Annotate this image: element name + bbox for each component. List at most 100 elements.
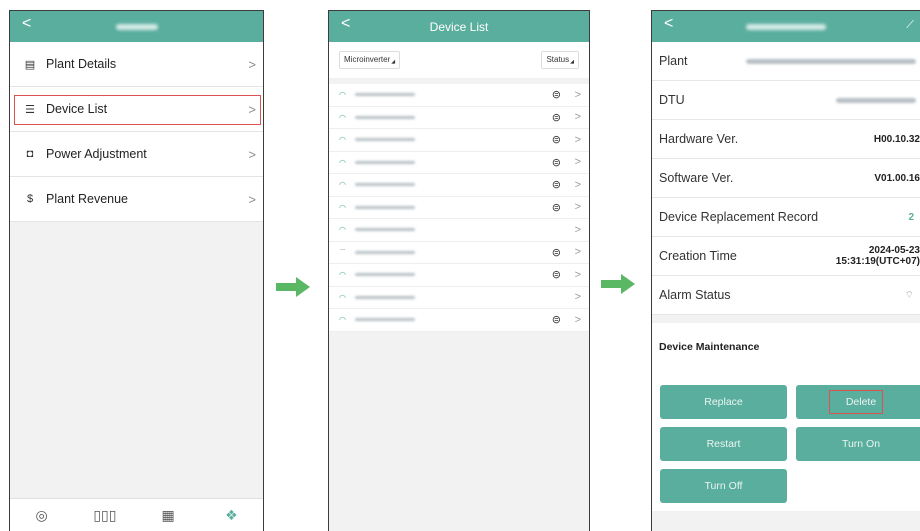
arrow-right-icon xyxy=(601,274,635,294)
menu-item-label: Plant Revenue xyxy=(46,192,129,206)
device-list: ◠ ⊜ > ◠ ⊜ > ◠ ⊜ > ◠ ⊜ > ◠ ⊜ > ◠ ⊜ > ◠ > ⌔ ⊜ > ◠ ⊜ > ◠ > ◠ ⊜ > xyxy=(329,84,589,332)
delete-button[interactable]: Delete xyxy=(796,385,920,419)
power-adjust-icon: ◘ xyxy=(26,148,34,160)
no-signal-icon: ⌔ xyxy=(904,289,914,301)
wifi-icon: ◠ xyxy=(339,180,346,190)
device-row[interactable]: ◠ ⊜ > xyxy=(329,152,589,174)
device-row[interactable]: ◠ ⊜ > xyxy=(329,197,589,219)
chevron-right-icon: > xyxy=(574,268,581,281)
plant-name-blurred xyxy=(115,23,158,30)
back-icon[interactable]: < xyxy=(341,15,350,33)
wifi-icon: ◠ xyxy=(339,292,346,302)
device-row[interactable]: ◠ > xyxy=(329,219,589,242)
sync-icon: ⊜ xyxy=(551,269,561,282)
document-icon: ▤ xyxy=(24,58,36,71)
wifi-icon: ◠ xyxy=(339,135,346,145)
maintenance-title: Device Maintenance xyxy=(652,323,920,371)
chevron-right-icon: > xyxy=(248,146,256,162)
sync-icon: ⊜ xyxy=(551,134,561,147)
device-row[interactable]: ◠ ⊜ > xyxy=(329,309,589,332)
device-row[interactable]: ◠ ⊜ > xyxy=(329,264,589,287)
sync-icon: ⊜ xyxy=(551,156,561,169)
menu-item-plant-revenue[interactable]: $ Plant Revenue > xyxy=(10,177,263,222)
blurred-value xyxy=(746,56,916,67)
info-label: DTU xyxy=(659,93,685,107)
info-row-hardware-ver: Hardware Ver. H00.10.32 xyxy=(652,120,920,159)
info-label: Alarm Status xyxy=(659,288,731,302)
sync-icon: ⊜ xyxy=(551,89,561,102)
info-value: 2024-05-23 15:31:19(UTC+07) xyxy=(835,245,920,267)
info-label: Plant xyxy=(659,54,688,68)
info-row-plant: Plant xyxy=(652,42,920,81)
chevron-right-icon: > xyxy=(574,291,581,304)
screen-plant-menu: < ▤ Plant Details > ☰ Device List > ◘ Power Adj… xyxy=(9,10,264,531)
maintenance-panel: Replace Delete Restart Turn On Turn Off xyxy=(652,371,920,511)
info-value: V01.00.16 xyxy=(874,172,920,184)
info-label: Hardware Ver. xyxy=(659,132,739,146)
info-row-dtu: DTU xyxy=(652,81,920,120)
sync-icon: ⊜ xyxy=(551,111,561,124)
serial-number-blurred xyxy=(355,160,415,164)
chevron-right-icon: > xyxy=(574,178,581,191)
menu-item-label: Plant Details xyxy=(46,57,117,71)
serial-number-blurred xyxy=(355,138,415,142)
chevron-right-icon: > xyxy=(574,156,581,169)
wifi-icon: ◠ xyxy=(339,270,346,280)
bottom-nav: ◎ ▯▯▯ ▦ ❖ xyxy=(10,498,263,531)
serial-number-blurred xyxy=(355,250,415,254)
chevron-right-icon: > xyxy=(574,88,581,101)
info-value: H00.10.32 xyxy=(873,133,920,145)
serial-number-blurred xyxy=(355,273,415,277)
menu-item-device-list[interactable]: ☰ Device List > xyxy=(10,87,263,132)
device-row[interactable]: ◠ ⊜ > xyxy=(329,107,589,129)
bar-chart-icon[interactable]: ▯▯▯ xyxy=(85,507,125,524)
menu-item-label: Power Adjustment xyxy=(46,147,147,161)
turn-on-button[interactable]: Turn On xyxy=(796,427,920,461)
wifi-icon: ◠ xyxy=(339,202,346,212)
device-row[interactable]: ◠ > xyxy=(329,287,589,309)
serial-number-blurred xyxy=(355,183,415,187)
top-bar: < ⟋ xyxy=(652,11,920,42)
chevron-right-icon: > xyxy=(574,313,581,326)
serial-number-blurred xyxy=(355,205,415,209)
device-row[interactable]: ⌔ ⊜ > xyxy=(329,242,589,264)
wifi-icon: ◠ xyxy=(339,157,346,167)
menu-item-plant-details[interactable]: ▤ Plant Details > xyxy=(10,42,263,87)
back-icon[interactable]: < xyxy=(22,15,31,33)
status-dropdown[interactable]: Status xyxy=(541,51,579,69)
serial-number-blurred xyxy=(355,318,415,322)
device-row[interactable]: ◠ ⊜ > xyxy=(329,129,589,152)
turn-off-button[interactable]: Turn Off xyxy=(660,469,787,503)
device-row[interactable]: ◠ ⊜ > xyxy=(329,84,589,107)
restart-button[interactable]: Restart xyxy=(660,427,787,461)
top-bar: < xyxy=(10,11,263,42)
replace-button[interactable]: Replace xyxy=(660,385,787,419)
info-label: Software Ver. xyxy=(659,171,734,185)
info-label: Creation Time xyxy=(659,249,737,263)
info-value: 2 xyxy=(908,211,914,223)
chevron-right-icon: > xyxy=(248,101,256,117)
screen-device-list: < Device List Microinverter Status ◠ ⊜ > ◠ ⊜… xyxy=(328,10,590,531)
menu-item-power-adjustment[interactable]: ◘ Power Adjustment > xyxy=(10,132,263,177)
device-row[interactable]: ◠ ⊜ > xyxy=(329,174,589,197)
sync-icon: ⊜ xyxy=(551,314,561,327)
wifi-icon: ◠ xyxy=(339,90,346,100)
info-row-creation-time: Creation Time 2024-05-23 15:31:19(UTC+07) xyxy=(652,237,920,276)
menu-item-label: Device List xyxy=(46,102,108,116)
info-row-device-replacement-record[interactable]: Device Replacement Record 2 xyxy=(652,198,920,237)
wifi-icon: ◠ xyxy=(339,112,346,122)
list-icon: ☰ xyxy=(25,103,35,116)
serial-number-blurred xyxy=(355,115,415,119)
solar-panel-icon[interactable]: ▦ xyxy=(148,507,188,524)
gauge-icon[interactable]: ◎ xyxy=(22,507,62,524)
back-icon[interactable]: < xyxy=(664,15,673,33)
sync-icon: ⊜ xyxy=(551,179,561,192)
wifi-icon: ◠ xyxy=(339,315,346,325)
device-type-dropdown[interactable]: Microinverter xyxy=(339,51,401,69)
trend-chart-icon[interactable]: ⟋ xyxy=(906,19,914,32)
wifi-icon: ◠ xyxy=(339,225,346,235)
devices-icon[interactable]: ❖ xyxy=(211,507,251,524)
serial-number-blurred xyxy=(355,228,415,232)
chevron-right-icon: > xyxy=(574,246,581,259)
serial-number-blurred xyxy=(355,295,415,299)
